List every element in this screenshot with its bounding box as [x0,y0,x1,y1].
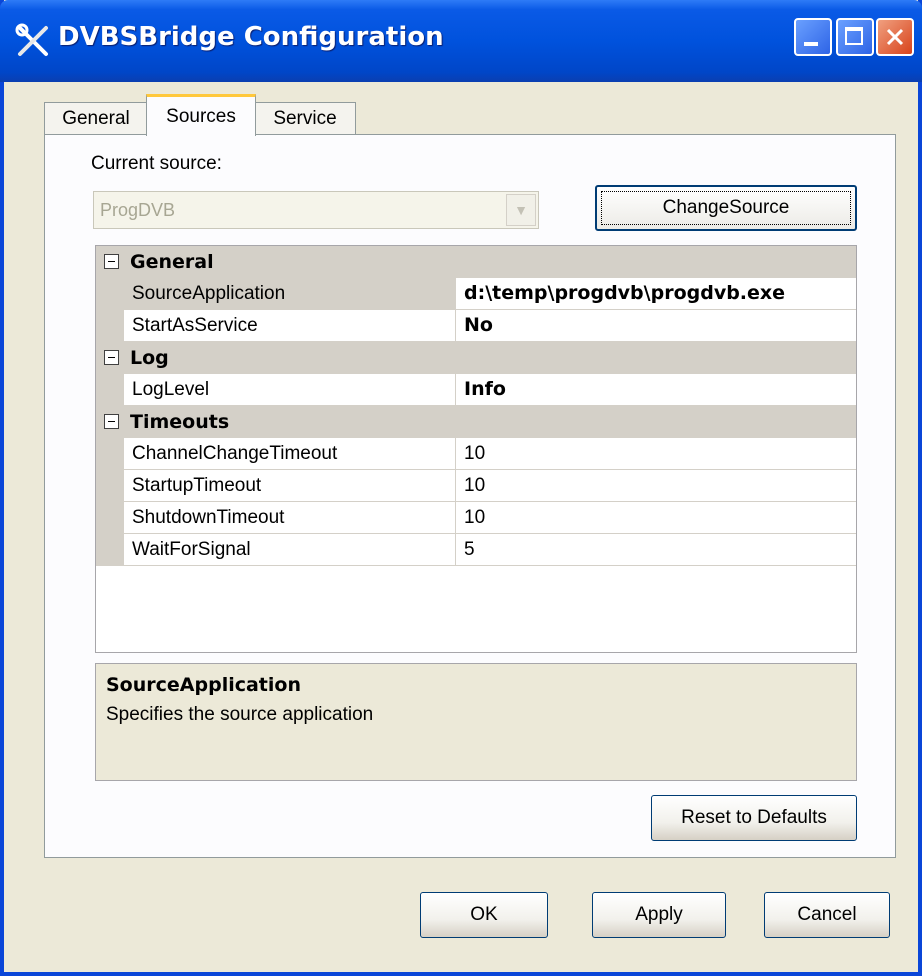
dialog-window: DVBSBridge Configuration General Sources… [0,0,922,976]
property-name: StartupTimeout [124,470,456,502]
property-name: LogLevel [124,374,456,406]
collapse-icon[interactable] [104,254,119,269]
property-row-startasservice[interactable]: StartAsService No [96,310,856,342]
tab-sources[interactable]: Sources [146,94,256,136]
property-name: WaitForSignal [124,534,456,566]
property-row-loglevel[interactable]: LogLevel Info [96,374,856,406]
collapse-icon[interactable] [104,414,119,429]
property-value[interactable]: 10 [456,470,856,502]
change-source-button[interactable]: ChangeSource [595,185,857,231]
maximize-button[interactable] [836,18,874,56]
row-gutter [96,438,124,470]
property-name: ChannelChangeTimeout [124,438,456,470]
focus-rectangle [601,191,851,225]
row-gutter [96,278,124,310]
ok-button[interactable]: OK [420,892,548,938]
property-value[interactable]: d:\temp\progdvb\progdvb.exe [456,278,856,310]
current-source-label: Current source: [91,153,222,174]
maximize-icon [845,27,863,45]
row-gutter [96,502,124,534]
property-value[interactable]: 5 [456,534,856,566]
cancel-button[interactable]: Cancel [764,892,890,938]
collapse-icon[interactable] [104,350,119,365]
property-row-startuptimeout[interactable]: StartupTimeout 10 [96,470,856,502]
category-label: Log [130,347,169,369]
row-gutter [96,374,124,406]
chevron-down-icon[interactable]: ▼ [506,194,536,226]
property-name: StartAsService [124,310,456,342]
property-value[interactable]: 10 [456,502,856,534]
help-title: SourceApplication [106,674,301,696]
close-icon [886,28,904,46]
property-name: SourceApplication [124,278,456,310]
tab-general[interactable]: General [44,102,148,134]
row-gutter [96,310,124,342]
property-help-panel: SourceApplication Specifies the source a… [95,663,857,781]
property-row-channelchangetimeout[interactable]: ChannelChangeTimeout 10 [96,438,856,470]
category-general[interactable]: General [96,246,856,278]
help-description: Specifies the source application [106,704,374,725]
window-title: DVBSBridge Configuration [58,22,444,52]
tools-icon [15,23,48,56]
category-label: General [130,251,214,273]
property-value[interactable]: No [456,310,856,342]
row-gutter [96,534,124,566]
category-label: Timeouts [130,411,230,433]
current-source-value: ProgDVB [100,200,176,220]
row-gutter [96,470,124,502]
minimize-icon [804,42,818,46]
tab-service[interactable]: Service [254,102,356,134]
title-bar[interactable]: DVBSBridge Configuration [0,0,922,82]
property-grid[interactable]: General SourceApplication d:\temp\progdv… [95,245,857,653]
property-row-sourceapplication[interactable]: SourceApplication d:\temp\progdvb\progdv… [96,278,856,310]
apply-button[interactable]: Apply [592,892,726,938]
property-row-waitforsignal[interactable]: WaitForSignal 5 [96,534,856,566]
property-value[interactable]: Info [456,374,856,406]
minimize-button[interactable] [794,18,832,56]
close-button[interactable] [876,18,914,56]
category-timeouts[interactable]: Timeouts [96,406,856,438]
property-value[interactable]: 10 [456,438,856,470]
reset-to-defaults-button[interactable]: Reset to Defaults [651,795,857,841]
property-name: ShutdownTimeout [124,502,456,534]
category-log[interactable]: Log [96,342,856,374]
property-row-shutdowntimeout[interactable]: ShutdownTimeout 10 [96,502,856,534]
current-source-combobox[interactable]: ProgDVB ▼ [93,191,539,229]
sources-tab-panel: Current source: ProgDVB ▼ ChangeSource G… [44,134,896,858]
